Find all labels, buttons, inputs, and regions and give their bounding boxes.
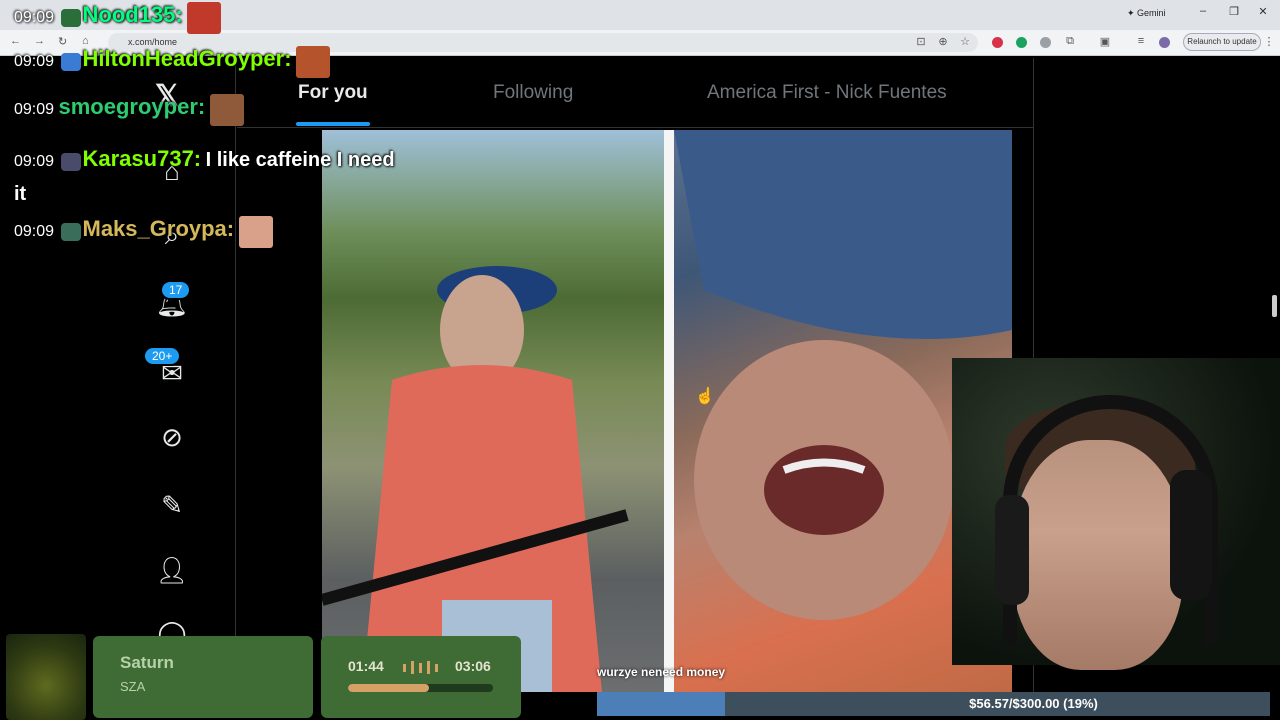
chat-time: 09:09: [14, 53, 55, 71]
chat-time: 09:09: [14, 101, 55, 119]
page-scrollbar[interactable]: [1272, 295, 1277, 317]
playback-progress-fill: [348, 684, 430, 692]
donation-goal-bar: $56.57/$300.00 (19%): [597, 692, 1270, 716]
track-duration: 03:06: [455, 658, 491, 674]
relaunch-button[interactable]: Relaunch to update: [1183, 33, 1261, 51]
profile-avatar[interactable]: [1159, 37, 1170, 48]
chat-time: 09:09: [14, 153, 55, 170]
chat-username: smoegroyper:: [58, 94, 206, 120]
feed-tabs: For you Following America First - Nick F…: [237, 58, 1033, 128]
video-divider: [664, 130, 674, 692]
chat-message: 09:09 smoegroyper:: [14, 94, 244, 126]
chat-badge-icon: [60, 9, 81, 27]
emote-image: [295, 46, 330, 78]
chat-message: 09:09 Karasu737: I like caffeine I need …: [14, 142, 404, 212]
chat-message: 09:09 Maks_Groypa:: [14, 216, 273, 248]
emote-image: [238, 216, 273, 248]
notifications-badge: 17: [160, 280, 192, 300]
chat-username: HiltonHeadGroyper:: [82, 46, 292, 72]
album-art: [6, 634, 86, 720]
song-title: Saturn: [120, 653, 174, 672]
restore-icon[interactable]: ❐: [1226, 5, 1242, 18]
extension-icon[interactable]: [1016, 37, 1027, 48]
hand-cursor-icon: ☝: [695, 388, 715, 405]
headphone-cup: [1170, 470, 1212, 600]
emote-image: [187, 2, 222, 34]
chat-time: 09:09: [14, 9, 55, 27]
tab-search-icon[interactable]: ▣: [1098, 35, 1112, 48]
donation-goal-text: $56.57/$300.00 (19%): [969, 696, 1098, 711]
chat-badge-icon: [60, 223, 81, 241]
playback-card: [321, 636, 521, 718]
video-caption: wurzye neneed money: [597, 665, 726, 679]
chat-time: 09:09: [14, 223, 55, 241]
video-left-scene: [322, 266, 629, 692]
extension-icon[interactable]: [992, 37, 1003, 48]
song-artist: SZA: [120, 679, 146, 694]
tab-america-first[interactable]: America First - Nick Fuentes: [707, 82, 947, 104]
media-icon[interactable]: ≡: [1134, 35, 1148, 47]
minimize-icon[interactable]: –: [1195, 5, 1211, 17]
screen: ✦ Gemini – ❐ ✕ ← → ↻ ⌂ x.com/home ⊡ ⊕ ☆ …: [0, 0, 1280, 720]
menu-kebab-icon[interactable]: ⋮: [1262, 35, 1276, 48]
chat-badge-icon: [60, 152, 81, 171]
install-icon[interactable]: ⊡: [914, 35, 928, 48]
emote-image: [209, 94, 244, 126]
chat-username: Karasu737:: [82, 146, 202, 171]
active-tab-indicator: [296, 122, 370, 126]
elapsed-time: 01:44: [348, 658, 384, 674]
extensions-puzzle-icon[interactable]: ⧉: [1063, 35, 1077, 48]
lists-icon[interactable]: ✎: [155, 488, 189, 522]
gemini-button[interactable]: ✦ Gemini: [1127, 8, 1166, 19]
grok-icon[interactable]: ⊘: [155, 420, 189, 454]
bookmark-star-icon[interactable]: ☆: [958, 35, 972, 48]
messages-badge: 20+: [143, 346, 182, 366]
tab-following[interactable]: Following: [493, 82, 573, 104]
playback-progress-bar: [348, 684, 493, 692]
chat-message: 09:09 Nood135:: [14, 2, 222, 34]
chat-badge-icon: [60, 53, 81, 71]
chat-username: Maks_Groypa:: [82, 216, 235, 242]
chat-message: 09:09 HiltonHeadGroyper:: [14, 46, 330, 78]
video-left-panel[interactable]: [322, 130, 664, 692]
tab-for-you[interactable]: For you: [298, 82, 368, 104]
headphone-cup: [995, 495, 1029, 605]
now-playing-card: [93, 636, 313, 718]
chat-username: Nood135:: [82, 2, 183, 28]
close-icon[interactable]: ✕: [1255, 5, 1271, 18]
equalizer-icon: [403, 661, 438, 674]
profile-icon[interactable]: 👤︎: [155, 553, 189, 587]
zoom-icon[interactable]: ⊕: [936, 35, 950, 48]
gemini-label: Gemini: [1137, 8, 1166, 18]
extension-icon[interactable]: [1040, 37, 1051, 48]
